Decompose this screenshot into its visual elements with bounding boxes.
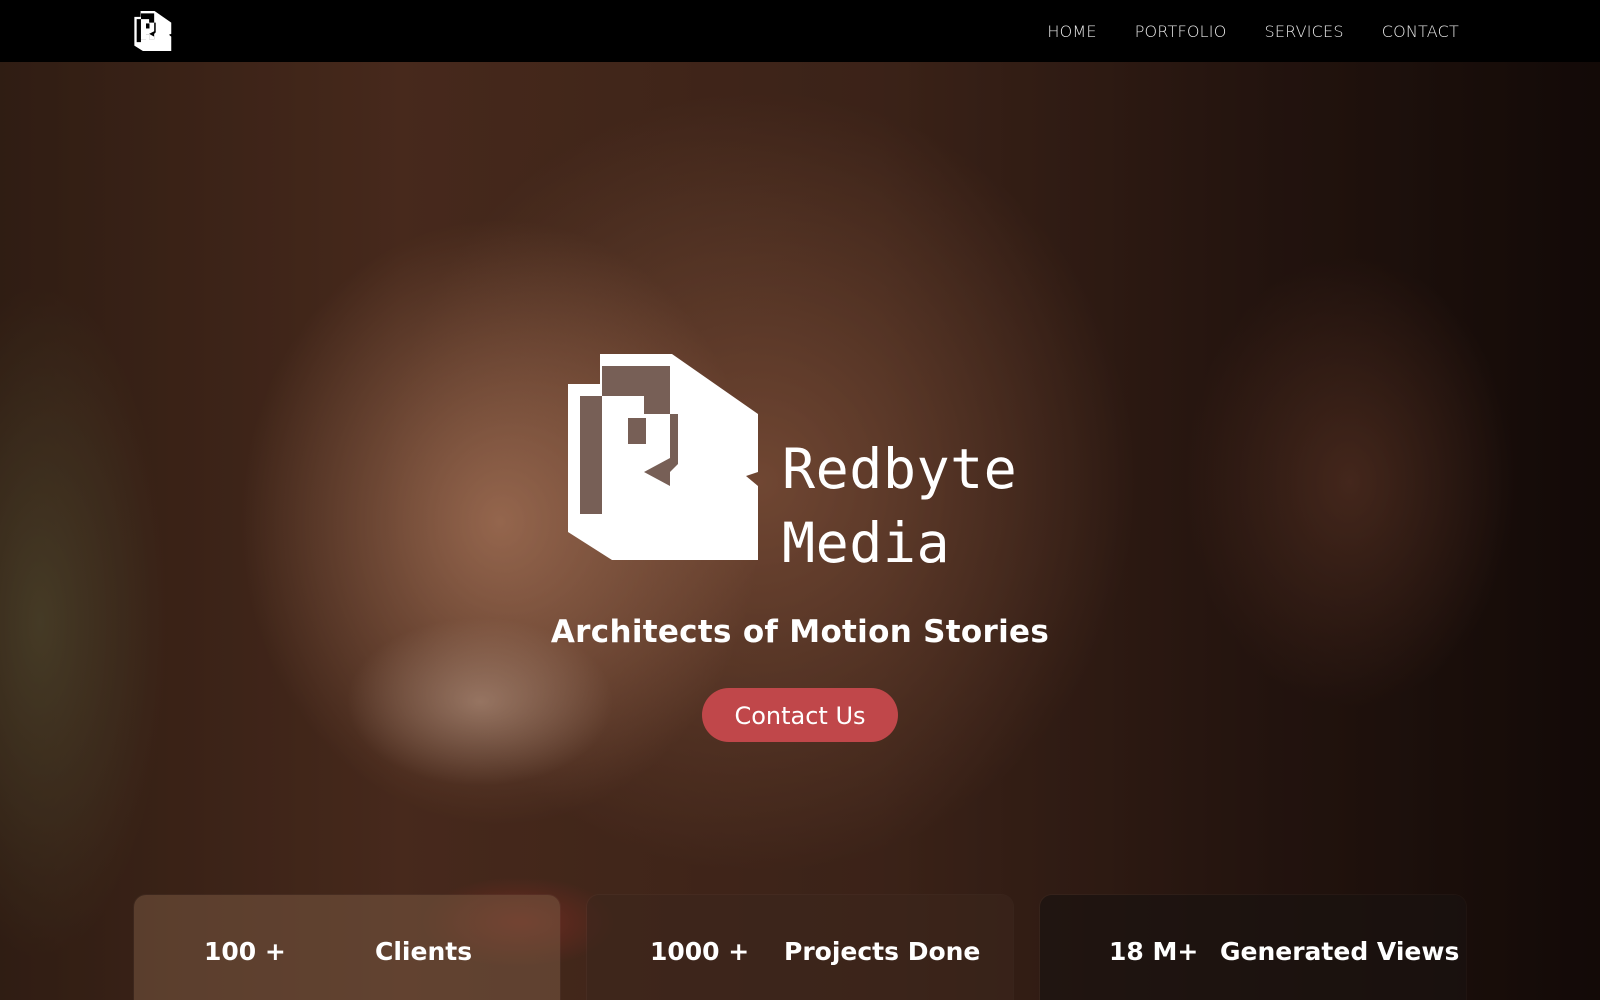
stat-value: 100 + xyxy=(204,937,286,966)
redbyte-logo-icon xyxy=(568,354,758,560)
nav-link-contact[interactable]: CONTACT xyxy=(1382,22,1459,41)
nav-link-home[interactable]: HOME xyxy=(1047,22,1096,41)
stat-card-views: 18 M+ Generated Views xyxy=(1040,895,1466,1000)
hero-brand: Redbyte Media xyxy=(568,354,1038,575)
contact-us-button[interactable]: Contact Us xyxy=(702,688,898,742)
hero-tagline: Architects of Motion Stories xyxy=(550,614,1050,650)
stat-value: 1000 + xyxy=(650,937,750,966)
navbar: HOME PORTFOLIO SERVICES CONTACT xyxy=(0,0,1600,62)
logo-icon[interactable] xyxy=(134,11,172,51)
nav-link-services[interactable]: SERVICES xyxy=(1265,22,1344,41)
page: HOME PORTFOLIO SERVICES CONTACT Redbyte … xyxy=(0,0,1600,1000)
brand-name-line2: Media xyxy=(782,511,951,575)
stat-card-projects: 1000 + Projects Done xyxy=(587,895,1013,1000)
stat-label: Clients xyxy=(375,937,473,966)
nav-links: HOME PORTFOLIO SERVICES CONTACT xyxy=(1047,0,1459,62)
stat-value: 18 M+ xyxy=(1109,937,1199,966)
brand-name-line1: Redbyte xyxy=(782,437,1018,501)
stat-label: Generated Views xyxy=(1220,937,1460,966)
stat-label: Projects Done xyxy=(784,937,981,966)
stat-card-clients: 100 + Clients xyxy=(134,895,560,1000)
brand-name: Redbyte Media xyxy=(782,432,1017,580)
nav-link-portfolio[interactable]: PORTFOLIO xyxy=(1135,22,1227,41)
